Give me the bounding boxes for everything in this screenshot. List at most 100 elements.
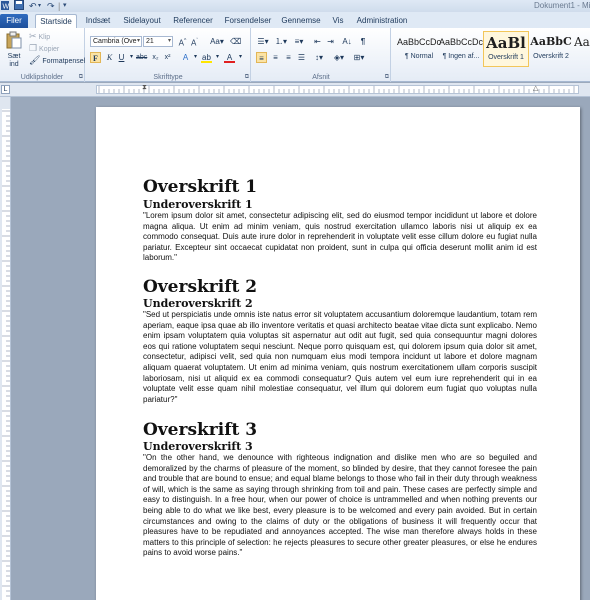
- tab-view[interactable]: Vis: [328, 14, 348, 28]
- indent-marker-icon[interactable]: ⧗: [142, 84, 147, 92]
- style-normal-label: ¶ Normal: [404, 53, 434, 60]
- subscript-icon[interactable]: x₂: [150, 52, 161, 63]
- ribbon-tabs: Filer Startside Indsæt Sidelayout Refere…: [0, 12, 590, 28]
- line-spacing-icon[interactable]: ↕▾: [312, 52, 326, 63]
- tab-file[interactable]: Filer: [0, 14, 28, 28]
- font-group-label: Skrifttype: [153, 74, 183, 81]
- superscript-icon[interactable]: x²: [162, 52, 173, 63]
- style-heading-2-label: Overskrift 2: [533, 53, 569, 60]
- clipboard-group: Sæt ind ✂ Klip ❐ Kopier 🖌 Formatpensel U…: [0, 28, 85, 82]
- window-title: Dokument1 - Mi: [534, 1, 590, 10]
- tab-references[interactable]: Referencer: [169, 14, 217, 28]
- heading-1-section-3[interactable]: Overskrift 3: [143, 420, 257, 440]
- font-launcher-icon[interactable]: ⧉: [245, 74, 249, 81]
- show-formatting-icon[interactable]: ¶: [356, 36, 370, 47]
- tab-mailings[interactable]: Forsendelser: [222, 14, 274, 28]
- document-page[interactable]: Overskrift 1 Underoverskrift 1 "Lorem ip…: [96, 107, 580, 600]
- paragraph-launcher-icon[interactable]: ⧉: [385, 74, 389, 81]
- align-center-icon[interactable]: ≡: [270, 52, 281, 63]
- paragraph-section-1[interactable]: "Lorem ipsum dolor sit amet, consectetur…: [143, 211, 537, 264]
- svg-text:W: W: [3, 4, 10, 11]
- style-no-spacing-sample: AaBbCcDc: [438, 37, 483, 47]
- style-heading-1-label: Overskrift 1: [488, 54, 524, 61]
- heading-1-section-1[interactable]: Overskrift 1: [143, 177, 257, 197]
- document-canvas: Overskrift 1 Underoverskrift 1 "Lorem ip…: [11, 97, 590, 600]
- change-case-icon[interactable]: Aa▾: [209, 36, 225, 47]
- highlight-color-icon[interactable]: ab: [201, 52, 212, 63]
- font-name-value: Cambria (Ove: [93, 38, 137, 45]
- clear-formatting-icon[interactable]: ⌫: [230, 36, 241, 47]
- redo-icon[interactable]: ↷: [47, 0, 55, 12]
- style-no-spacing-label: ¶ Ingen af...: [442, 53, 480, 60]
- style-no-spacing[interactable]: AaBbCcDc ¶ Ingen af...: [438, 31, 484, 67]
- shading-icon[interactable]: ◈▾: [332, 52, 346, 63]
- right-indent-marker-icon[interactable]: △: [533, 84, 538, 92]
- copy-icon: ❐: [29, 43, 38, 53]
- save-icon[interactable]: [14, 0, 24, 12]
- paste-button[interactable]: Sæt ind: [3, 31, 25, 69]
- undo-icon[interactable]: ↶: [29, 0, 37, 12]
- style-normal[interactable]: AaBbCcDc ¶ Normal: [396, 31, 442, 67]
- tab-home[interactable]: Startside: [35, 14, 77, 28]
- word-app-icon[interactable]: W: [1, 0, 10, 12]
- vertical-ruler[interactable]: [0, 97, 11, 600]
- format-painter-label: Formatpensel: [42, 58, 86, 65]
- align-left-icon[interactable]: ≡: [256, 52, 267, 63]
- clipboard-launcher-icon[interactable]: ⧉: [79, 74, 83, 81]
- tab-review[interactable]: Gennemse: [279, 14, 323, 28]
- style-heading-1-sample: AaBl: [486, 34, 526, 52]
- style-heading-2[interactable]: AaBbC Overskrift 2: [528, 31, 574, 67]
- tab-selector-icon[interactable]: L: [1, 85, 10, 94]
- heading-2-section-2[interactable]: Underoverskrift 2: [143, 297, 253, 310]
- borders-icon[interactable]: ⊞▾: [352, 52, 366, 63]
- format-painter-icon: 🖌: [29, 55, 41, 65]
- paragraph-section-2[interactable]: "Sed ut perspiciatis unde omnis iste nat…: [143, 310, 537, 405]
- undo-dropdown-icon[interactable]: ▾: [38, 0, 41, 12]
- shrink-font-icon[interactable]: Aˇ: [189, 36, 200, 48]
- grow-font-icon[interactable]: A^: [177, 36, 188, 48]
- customize-icon[interactable]: ▾: [63, 0, 67, 12]
- italic-icon[interactable]: K: [104, 52, 115, 63]
- tab-administration[interactable]: Administration: [354, 14, 410, 28]
- horizontal-ruler[interactable]: ⧗ △: [96, 84, 579, 94]
- paste-icon: [6, 31, 22, 51]
- justify-icon[interactable]: ☰: [296, 52, 307, 63]
- style-heading-2-sample: AaBbC: [530, 35, 572, 48]
- multilevel-list-icon[interactable]: ≡▾: [292, 36, 306, 47]
- bullets-icon[interactable]: ☰▾: [256, 36, 270, 47]
- heading-2-section-3[interactable]: Underoverskrift 3: [143, 440, 253, 453]
- font-size-combo[interactable]: 21 ▾: [143, 36, 173, 47]
- font-name-dropdown-icon[interactable]: ▾: [137, 37, 140, 46]
- style-heading-1[interactable]: AaBl Overskrift 1: [483, 31, 529, 67]
- decrease-indent-icon[interactable]: ⇤: [312, 36, 323, 47]
- separator-icon: |: [58, 1, 61, 11]
- font-name-combo[interactable]: Cambria (Ove ▾: [90, 36, 142, 47]
- tab-insert[interactable]: Indsæt: [80, 14, 116, 28]
- paragraph-section-3[interactable]: "On the other hand, we denounce with rig…: [143, 453, 537, 559]
- strikethrough-icon[interactable]: abc: [136, 52, 147, 63]
- increase-indent-icon[interactable]: ⇥: [325, 36, 336, 47]
- text-effects-dropdown-icon[interactable]: ▾: [190, 52, 201, 63]
- font-color-dropdown-icon[interactable]: ▾: [235, 52, 246, 63]
- paragraph-group-label: Afsnit: [312, 74, 330, 81]
- heading-1-section-2[interactable]: Overskrift 2: [143, 277, 257, 297]
- horizontal-ruler-bar: L ⧗ △: [0, 83, 590, 97]
- ribbon: Sæt ind ✂ Klip ❐ Kopier 🖌 Formatpensel U…: [0, 28, 590, 82]
- copy-button[interactable]: ❐ Kopier: [29, 43, 59, 55]
- bold-icon[interactable]: F: [90, 52, 101, 63]
- title-bar: W ↶ ▾ ↷ | ▾ Dokument1 - Mi: [0, 0, 590, 12]
- sort-icon[interactable]: A↓: [340, 36, 354, 47]
- vertical-ruler-ticks: [2, 110, 10, 597]
- style-normal-sample: AaBbCcDc: [396, 37, 441, 47]
- numbering-icon[interactable]: ⒈▾: [274, 36, 288, 47]
- font-color-icon[interactable]: A: [224, 52, 235, 63]
- align-right-icon[interactable]: ≡: [283, 52, 294, 63]
- tab-page-layout[interactable]: Sidelayout: [120, 14, 164, 28]
- cut-button[interactable]: ✂ Klip: [29, 31, 50, 43]
- font-size-dropdown-icon[interactable]: ▾: [168, 37, 171, 46]
- format-painter-button[interactable]: 🖌 Formatpensel: [29, 55, 85, 67]
- highlight-dropdown-icon[interactable]: ▾: [212, 52, 223, 63]
- heading-2-section-1[interactable]: Underoverskrift 1: [143, 198, 253, 211]
- font-size-value: 21: [146, 38, 154, 45]
- style-title[interactable]: AaB: [574, 31, 590, 67]
